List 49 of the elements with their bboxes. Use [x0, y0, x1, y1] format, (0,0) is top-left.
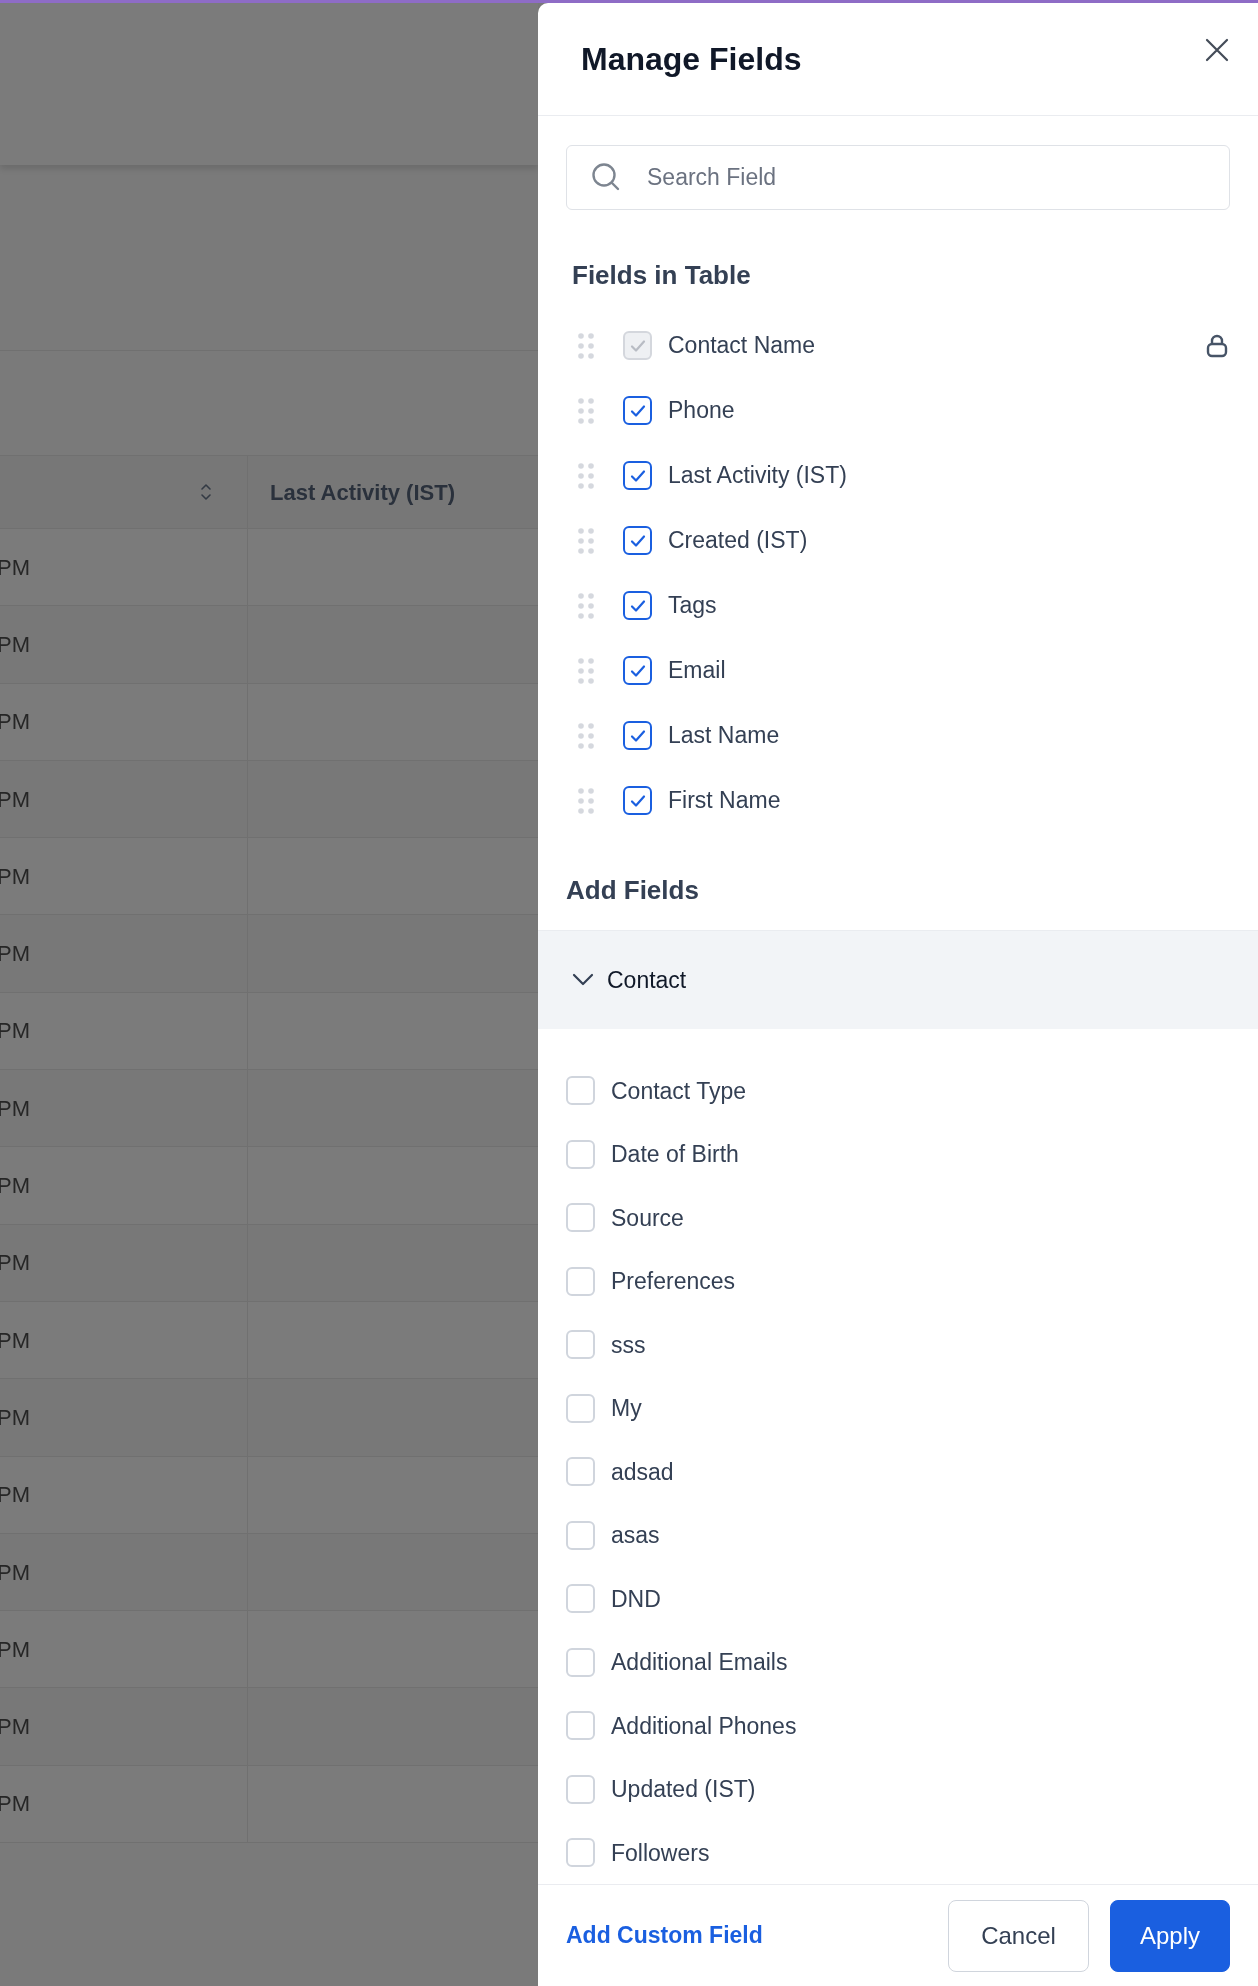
field-label: Contact Name [668, 331, 815, 361]
field-label: Created (IST) [668, 526, 808, 556]
search-field[interactable]: Search Field [566, 145, 1230, 210]
drag-handle-icon[interactable] [578, 657, 594, 684]
drag-handle-icon[interactable] [578, 527, 594, 554]
field-label: First Name [668, 786, 781, 816]
field-label: Date of Birth [611, 1140, 739, 1169]
field-label: Email [668, 656, 726, 686]
cancel-button[interactable]: Cancel [948, 1899, 1089, 1972]
column-header: Last Activity (IST) [270, 478, 455, 507]
field-label: Last Activity (IST) [668, 461, 847, 491]
drawer-title: Manage Fields [581, 40, 802, 79]
field-label: Phone [668, 396, 735, 426]
group-header[interactable]: Contact [538, 930, 1258, 1029]
field-label: asas [611, 1521, 660, 1550]
chevron-icon [572, 973, 594, 987]
checkbox[interactable] [623, 526, 652, 555]
drag-handle-icon[interactable] [578, 332, 594, 359]
field-label: Additional Phones [611, 1711, 797, 1741]
field-label: Tags [668, 591, 717, 621]
drag-handle-icon[interactable] [578, 592, 594, 619]
section-title: Add Fields [566, 874, 700, 907]
field-label: DND [611, 1584, 661, 1614]
drag-handle-icon[interactable] [578, 462, 594, 489]
checkbox[interactable] [623, 591, 652, 620]
sort-icon[interactable] [199, 482, 213, 502]
checkbox[interactable] [623, 656, 652, 685]
field-label: Preferences [611, 1267, 735, 1296]
drag-handle-icon[interactable] [578, 722, 594, 749]
add-custom-field-link[interactable]: Add Custom Field [566, 1918, 763, 1953]
checkbox[interactable] [623, 786, 652, 815]
drag-handle-icon[interactable] [578, 397, 594, 424]
field-label: Contact Type [611, 1076, 747, 1106]
field-label: Updated (IST) [611, 1775, 756, 1804]
close-icon[interactable] [1204, 37, 1230, 63]
apply-button[interactable]: Apply [1110, 1899, 1230, 1972]
field-label: Last Name [668, 721, 780, 751]
checkbox[interactable] [623, 721, 652, 750]
field-label: Additional Emails [611, 1648, 788, 1677]
field-label: adsad [611, 1457, 674, 1487]
field-label: sss [611, 1330, 646, 1360]
field-label: Source [611, 1203, 684, 1233]
search-icon [590, 161, 622, 193]
checkbox[interactable] [623, 461, 652, 490]
section-title: Fields in Table [572, 259, 752, 292]
checkbox[interactable] [623, 396, 652, 425]
drag-handle-icon[interactable] [578, 787, 594, 814]
field-label: Followers [611, 1838, 710, 1868]
field-label: My [611, 1394, 642, 1423]
